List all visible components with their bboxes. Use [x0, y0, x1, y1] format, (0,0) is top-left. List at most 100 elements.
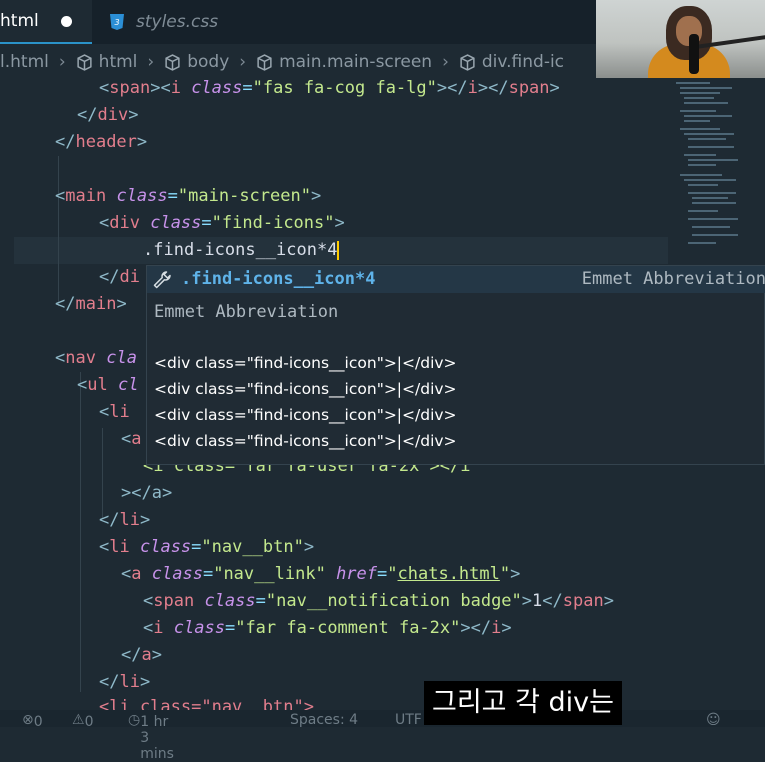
details-title: Emmet Abbreviation — [154, 302, 339, 322]
breadcrumb-div-label: div.find-ic — [481, 52, 565, 72]
text-cursor — [337, 240, 340, 260]
svg-text:3: 3 — [114, 18, 119, 27]
chevron-right-icon: › — [442, 52, 449, 72]
minimap-line — [692, 202, 736, 204]
details-preview-line: <div class="find-icons__icon">|</div> — [154, 406, 457, 424]
unsaved-dot-icon[interactable] — [60, 15, 72, 27]
minimap-line — [692, 197, 728, 199]
breadcrumb-div[interactable]: div.find-ic — [459, 52, 564, 72]
code-line: </di — [99, 267, 140, 287]
encoding-status[interactable]: UTF — [395, 712, 422, 728]
code-line: </li> — [99, 510, 151, 530]
warning-count: 0 — [84, 714, 94, 730]
cube-icon — [165, 53, 180, 71]
code-token: di — [119, 267, 140, 287]
breadcrumb-main[interactable]: main.main-screen — [256, 52, 432, 72]
css-file-icon: 3 — [110, 14, 124, 30]
cube-icon — [77, 53, 92, 71]
minimap-line — [688, 242, 716, 244]
minimap-line — [680, 110, 716, 112]
code-token: div — [97, 105, 129, 125]
microphone-icon — [689, 34, 699, 74]
tab-styles-css[interactable]: 3 styles.css — [108, 0, 218, 44]
minimap-line — [684, 179, 736, 181]
code-token: main — [65, 186, 107, 206]
minimap-line — [684, 102, 728, 104]
suggestion-type: Emmet Abbreviation — [581, 269, 765, 289]
chevron-right-icon: › — [58, 52, 66, 72]
code-line: <div class="find-icons"> — [99, 213, 345, 233]
code-token: nav__link — [223, 564, 316, 584]
code-line: <li — [99, 402, 130, 422]
code-line-current[interactable]: .find-icons__icon*4 — [143, 237, 340, 264]
code-token: ></a> — [121, 483, 173, 503]
code-token: class — [204, 591, 256, 611]
code-token: li — [109, 402, 130, 422]
details-preview-line: <div class="find-icons__icon">|</div> — [154, 432, 457, 450]
indentation-status[interactable]: Spaces: 4 — [290, 712, 358, 728]
minimap-line — [688, 164, 716, 166]
minimap-line — [684, 97, 714, 99]
suggestion-item[interactable]: .find-icons__icon*4 Emmet Abbreviation — [147, 266, 765, 293]
code-line: </main> — [55, 294, 127, 314]
minimap-line — [688, 192, 736, 194]
code-token: fas fa-cog fa-lg — [262, 78, 427, 98]
code-line: <span class="nav__notification badge">1<… — [143, 591, 614, 611]
breadcrumb-html-label: html — [98, 52, 138, 72]
video-subtitle: 그리고 각 div는 — [424, 681, 622, 725]
minimap-line — [692, 234, 738, 236]
breadcrumb-body[interactable]: body — [164, 52, 229, 72]
code-token: nav__notification badge — [276, 591, 512, 611]
feedback-icon[interactable]: ☺ — [706, 712, 721, 728]
code-token: main — [75, 294, 117, 314]
breadcrumb-html[interactable]: html — [76, 52, 138, 72]
code-token: span — [562, 591, 604, 611]
tab-html[interactable]: html — [0, 0, 92, 44]
code-token: span — [508, 78, 550, 98]
code-token: cla — [106, 348, 137, 368]
breadcrumb-file[interactable]: l.html — [0, 52, 49, 72]
webcam-overlay — [596, 0, 765, 78]
minimap-line — [680, 87, 732, 89]
code-token: li — [109, 537, 130, 557]
code-line: </li> — [99, 672, 151, 692]
code-line: </a> — [121, 645, 162, 665]
details-preview-line: <div class="find-icons__icon">|</div> — [154, 380, 457, 398]
minimap-line — [684, 133, 734, 135]
minimap-line — [688, 218, 738, 220]
indent-guide — [80, 372, 81, 692]
minimap[interactable] — [672, 78, 742, 268]
minimap-line — [688, 210, 718, 212]
code-token: class — [139, 537, 192, 557]
code-token: <li class="nav__btn"> — [99, 697, 314, 710]
warnings-status[interactable]: ⚠ 0 — [72, 712, 93, 730]
code-line: <ul cl — [77, 375, 139, 395]
code-token: far fa-comment fa-2x — [245, 618, 451, 638]
minimap-line — [688, 184, 718, 186]
minimap-line — [684, 120, 710, 122]
code-line: ></a> — [121, 480, 172, 507]
code-token: a — [131, 429, 142, 449]
code-line: <main class="main-screen"> — [55, 186, 322, 206]
minimap-line — [676, 82, 710, 84]
code-line: </div> — [77, 105, 139, 125]
tab-styles-label: styles.css — [136, 12, 219, 32]
code-line: <span><i class="fas fa-cog fa-lg"></i></… — [99, 78, 560, 98]
minimap-line — [680, 174, 722, 176]
code-token: span — [109, 78, 151, 98]
code-token: find-icons — [221, 213, 325, 233]
cube-icon — [257, 53, 272, 71]
code-token: header — [75, 132, 137, 152]
code-token: i — [170, 78, 181, 98]
code-link[interactable]: chats.html — [398, 564, 500, 584]
code-token: li — [119, 510, 140, 530]
code-line: <li class="nav__btn"> — [99, 696, 314, 710]
typed-abbreviation[interactable]: .find-icons__icon*4 — [143, 240, 337, 260]
errors-status[interactable]: ⊗ 0 — [22, 712, 43, 730]
code-token: div — [109, 213, 140, 233]
code-token: nav — [65, 348, 96, 368]
indent-guide — [58, 156, 59, 306]
minimap-line — [688, 159, 738, 161]
code-token: class — [151, 564, 203, 584]
time-tracker[interactable]: ◷ 1 hr 3 mins — [128, 712, 174, 762]
